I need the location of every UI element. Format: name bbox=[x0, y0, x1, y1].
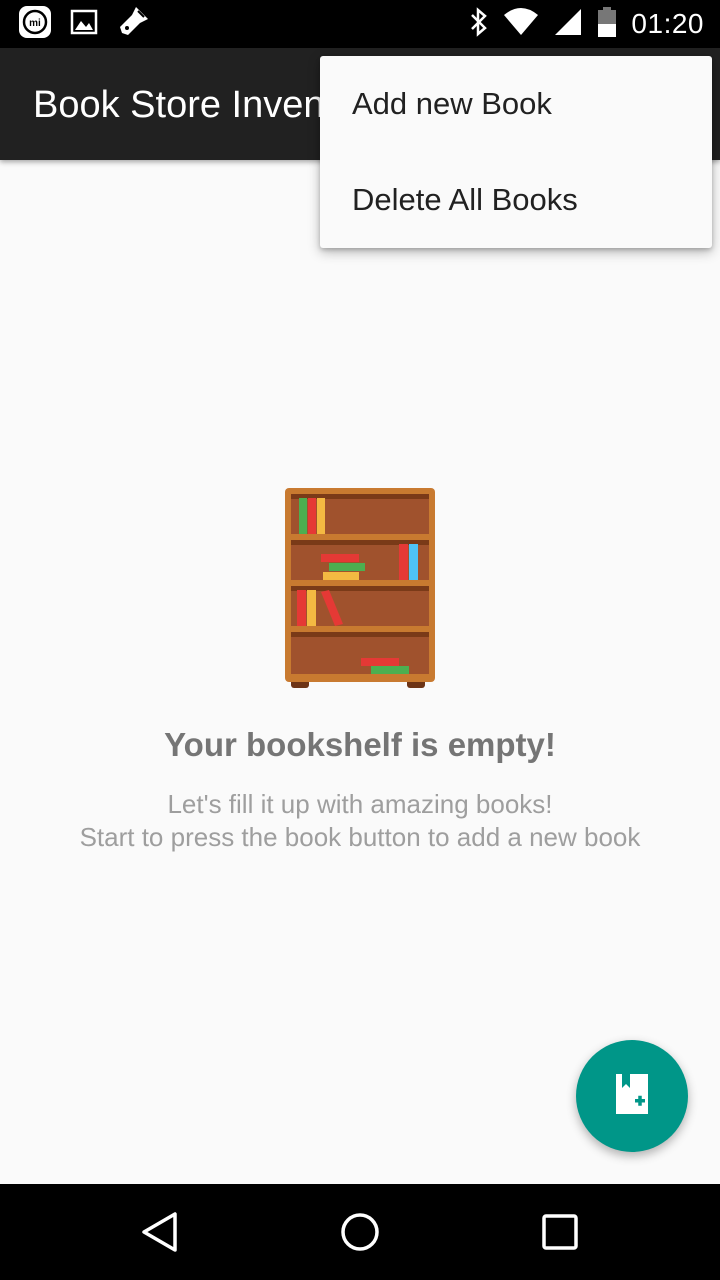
back-button[interactable] bbox=[136, 1208, 184, 1256]
recents-icon bbox=[542, 1214, 578, 1250]
bluetooth-icon bbox=[469, 6, 489, 43]
signal-icon bbox=[553, 7, 583, 42]
status-bar: mi 01:20 bbox=[0, 0, 720, 48]
empty-state: Your bookshelf is empty! Let's fill it u… bbox=[0, 486, 720, 854]
back-icon bbox=[142, 1212, 177, 1252]
wifi-icon bbox=[503, 7, 539, 42]
overflow-menu: Add new Book Delete All Books bbox=[320, 56, 712, 248]
empty-state-title: Your bookshelf is empty! bbox=[164, 726, 556, 763]
svg-text:mi: mi bbox=[29, 18, 41, 29]
mi-notification-icon: mi bbox=[18, 5, 52, 44]
recents-button[interactable] bbox=[536, 1208, 584, 1256]
image-notification-icon bbox=[70, 8, 98, 41]
battery-icon bbox=[597, 6, 617, 43]
menu-item-add-new-book[interactable]: Add new Book bbox=[320, 56, 712, 152]
empty-state-subtitle-line1: Let's fill it up with amazing books! bbox=[167, 789, 553, 819]
status-time: 01:20 bbox=[631, 8, 704, 39]
add-book-fab[interactable] bbox=[576, 1040, 688, 1152]
flashlight-notification-icon bbox=[116, 5, 150, 44]
home-icon bbox=[341, 1213, 379, 1251]
status-system: 01:20 bbox=[469, 0, 704, 48]
add-book-icon bbox=[614, 1072, 650, 1121]
menu-item-delete-all-books[interactable]: Delete All Books bbox=[320, 152, 712, 248]
bookshelf-icon bbox=[285, 488, 435, 688]
home-button[interactable] bbox=[336, 1208, 384, 1256]
empty-state-subtitle: Let's fill it up with amazing books! Sta… bbox=[0, 788, 720, 854]
empty-state-subtitle-line2: Start to press the book button to add a … bbox=[79, 822, 641, 852]
status-notifications: mi bbox=[18, 5, 150, 44]
screen: mi 01:20 Book Store Inventory Add new Bo… bbox=[0, 0, 720, 1280]
navigation-bar bbox=[0, 1184, 720, 1280]
